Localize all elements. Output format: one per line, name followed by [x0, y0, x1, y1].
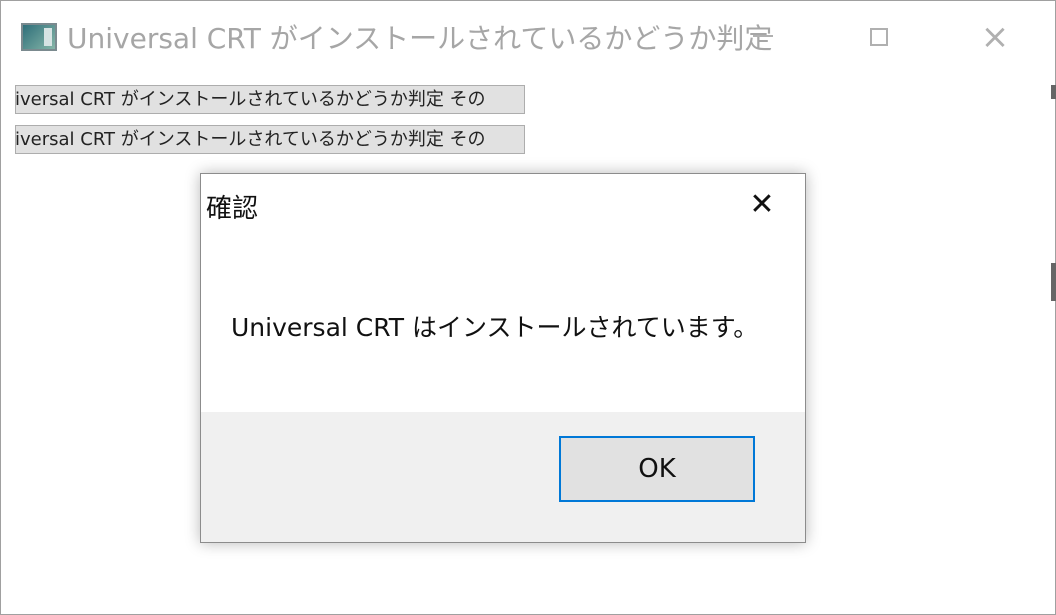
dialog-footer: OK	[201, 412, 805, 542]
dialog-message: Universal CRT はインストールされています。	[231, 313, 759, 342]
maximize-button[interactable]	[823, 1, 935, 73]
check-button-1-label: iiversal CRT がインストールされているかどうか判定 その	[15, 89, 486, 110]
edge-mark	[1051, 263, 1056, 301]
confirm-dialog: 確認 ✕ Universal CRT はインストールされています。 OK	[200, 173, 806, 543]
close-button[interactable]: ×	[939, 1, 1051, 73]
close-icon: ✕	[749, 186, 775, 222]
edge-mark	[1051, 85, 1056, 99]
check-button-2-label: iiversal CRT がインストールされているかどうか判定 その	[15, 129, 486, 150]
dialog-title: 確認	[206, 194, 259, 224]
minimize-button[interactable]	[707, 1, 819, 73]
window-title: Universal CRT がインストールされているかどうか判定	[67, 22, 773, 55]
minimize-icon	[753, 35, 773, 37]
ok-button[interactable]: OK	[559, 436, 755, 502]
ok-button-label: OK	[638, 454, 676, 484]
app-icon	[21, 23, 57, 51]
maximize-icon	[870, 28, 888, 46]
title-bar[interactable]: Universal CRT がインストールされているかどうか判定 ×	[1, 1, 1055, 73]
check-button-2[interactable]: iiversal CRT がインストールされているかどうか判定 その	[15, 125, 525, 154]
check-button-1[interactable]: iiversal CRT がインストールされているかどうか判定 その	[15, 85, 525, 114]
dialog-close-button[interactable]: ✕	[741, 184, 783, 224]
close-icon: ×	[980, 17, 1010, 57]
